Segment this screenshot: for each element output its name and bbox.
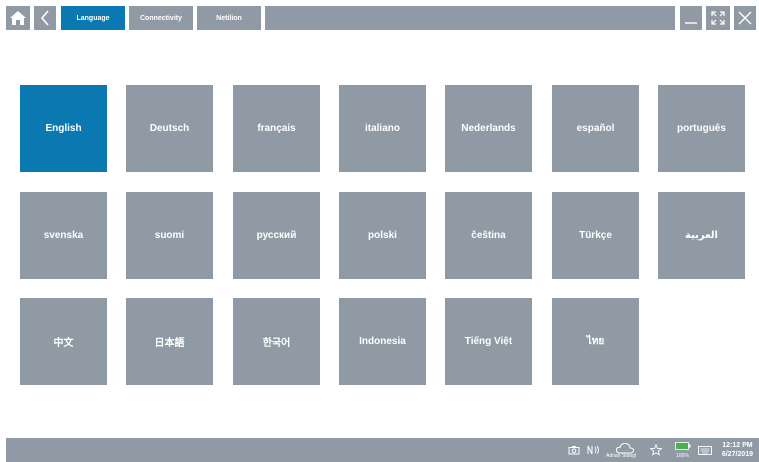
language-tile-polski[interactable]: polski [339, 192, 426, 279]
minimize-button[interactable] [680, 6, 702, 30]
clock-time: 12:12 PM [722, 442, 753, 449]
language-tile-japanese[interactable]: 日本語 [126, 298, 213, 385]
star-icon [650, 444, 662, 456]
close-button[interactable] [734, 6, 756, 30]
clock-date: 6/27/2019 [721, 451, 753, 458]
keyboard-button[interactable] [696, 438, 714, 462]
battery-level: 100% [676, 453, 689, 459]
language-tile-svenska[interactable]: svenska [20, 192, 107, 279]
clock: 12:12 PM 6/27/2019 [722, 441, 753, 459]
language-tile-indonesia[interactable]: Indonesia [339, 298, 426, 385]
keyboard-icon [698, 445, 712, 455]
language-tile-deutsch[interactable]: Deutsch [126, 85, 213, 172]
minimize-icon [685, 22, 697, 24]
camera-button[interactable] [566, 438, 582, 462]
home-button[interactable] [6, 6, 30, 30]
language-tile-english[interactable]: English [20, 85, 107, 172]
language-tile-portugues[interactable]: português [658, 85, 745, 172]
tab-netilion[interactable]: Netilion [197, 6, 261, 30]
toolbar-spacer [265, 6, 675, 30]
maximize-button[interactable] [706, 6, 730, 30]
language-tile-arabic[interactable]: العربية [658, 192, 745, 279]
language-tile-espanol[interactable]: español [552, 85, 639, 172]
language-tile-chinese[interactable]: 中文 [20, 298, 107, 385]
language-tile-italiano[interactable]: italiano [339, 85, 426, 172]
language-tile-russian[interactable]: русский [233, 192, 320, 279]
top-toolbar: Language Connectivity Netilion [0, 0, 759, 34]
nfc-button[interactable] [585, 438, 603, 462]
language-tile-korean[interactable]: 한국어 [233, 298, 320, 385]
tab-connectivity[interactable]: Connectivity [129, 6, 193, 30]
language-tile-thai[interactable]: ไทย [552, 298, 639, 385]
user-name: Adrian Stangl [606, 453, 637, 459]
favorites-button[interactable] [648, 438, 664, 462]
expand-icon [711, 11, 725, 25]
camera-icon [568, 446, 580, 455]
language-tile-nederlands[interactable]: Nederlands [445, 85, 532, 172]
language-tile-francais[interactable]: français [233, 85, 320, 172]
battery-icon [675, 442, 691, 450]
chevron-left-icon [40, 10, 49, 26]
nfc-icon [587, 445, 599, 455]
status-bar: Adrian Stangl 100% 12:12 PM 6/27/2019 [6, 438, 759, 462]
language-tile-vietnamese[interactable]: Tiếng Việt [445, 298, 532, 385]
back-button[interactable] [34, 6, 56, 30]
language-tile-suomi[interactable]: suomi [126, 192, 213, 279]
language-tile-cestina[interactable]: čeština [445, 192, 532, 279]
home-icon [10, 11, 26, 25]
close-icon [738, 11, 752, 25]
language-tile-turkce[interactable]: Türkçe [552, 192, 639, 279]
tab-language[interactable]: Language [61, 6, 125, 30]
